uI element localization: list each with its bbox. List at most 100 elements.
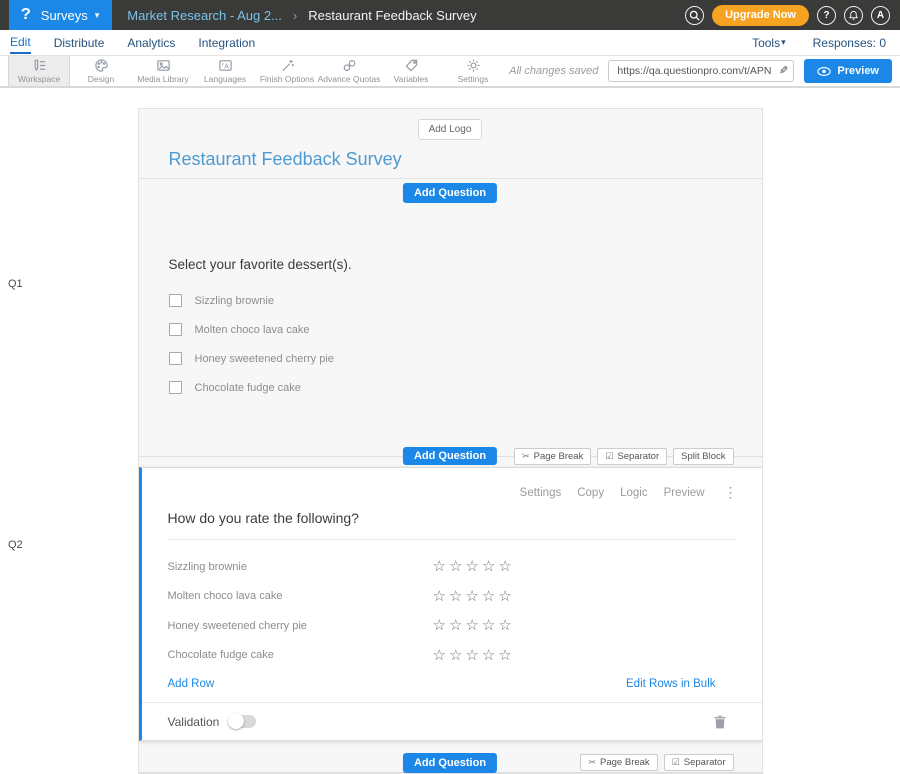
toolbar-item-media-library[interactable]: Media Library <box>132 56 194 86</box>
option-label: Chocolate fudge cake <box>195 382 301 394</box>
toolbar-right: All changes saved Preview <box>509 56 900 86</box>
preview-button[interactable]: Preview <box>804 59 892 83</box>
toolbar-item-design[interactable]: Design <box>70 56 132 86</box>
responses-count[interactable]: Responses: 0 <box>813 36 886 50</box>
rating-row-label[interactable]: Honey sweetened cherry pie <box>168 620 433 632</box>
tab-distribute[interactable]: Distribute <box>54 32 105 53</box>
tab-integration[interactable]: Integration <box>198 32 255 53</box>
kebab-menu-icon[interactable] <box>724 484 738 501</box>
star-icon[interactable] <box>465 589 478 604</box>
search-button[interactable] <box>685 6 704 25</box>
split-block-button[interactable]: Split Block <box>673 448 733 465</box>
rating-row-label[interactable]: Chocolate fudge cake <box>168 649 433 661</box>
star-icon[interactable] <box>498 648 511 663</box>
add-logo-button[interactable]: Add Logo <box>418 119 483 140</box>
page-break-button[interactable]: Page Break <box>580 754 657 771</box>
star-icon[interactable] <box>498 618 511 633</box>
rating-rows: Sizzling brownie Molten choco lava cake … <box>168 552 736 670</box>
validation-row: Validation <box>142 702 762 740</box>
separator-button[interactable]: Separator <box>664 754 734 771</box>
q1-option-row[interactable]: Molten choco lava cake <box>169 323 732 336</box>
block-action-buttons: Page Break Separator <box>580 754 733 771</box>
avatar[interactable]: A <box>871 6 890 25</box>
option-label: Sizzling brownie <box>195 295 274 307</box>
q1-option-row[interactable]: Sizzling brownie <box>169 294 732 307</box>
breadcrumb-folder[interactable]: Market Research - Aug 2... <box>127 8 282 23</box>
toolbar-item-workspace[interactable]: Workspace <box>8 56 70 86</box>
rating-row-label[interactable]: Molten choco lava cake <box>168 590 433 602</box>
star-icon[interactable] <box>449 648 462 663</box>
star-icon[interactable] <box>449 589 462 604</box>
toolbar-item-settings[interactable]: Settings <box>442 56 504 86</box>
help-button[interactable]: ? <box>817 6 836 25</box>
star-icon[interactable] <box>482 648 495 663</box>
toolbar-item-variables[interactable]: Variables <box>380 56 442 86</box>
question-logic-link[interactable]: Logic <box>620 487 648 499</box>
rating-row-label[interactable]: Sizzling brownie <box>168 561 433 573</box>
share-url-input[interactable] <box>608 60 794 82</box>
toolbar-item-label: Finish Options <box>260 74 314 84</box>
q1-option-row[interactable]: Honey sweetened cherry pie <box>169 352 732 365</box>
question-1-text[interactable]: Select your favorite dessert(s). <box>169 257 732 272</box>
star-icon[interactable] <box>482 559 495 574</box>
questionpro-logo-icon: ? <box>21 6 31 24</box>
question-1-block[interactable]: Select your favorite dessert(s). Sizzlin… <box>139 207 762 447</box>
add-question-button[interactable]: Add Question <box>403 183 497 203</box>
star-icon[interactable] <box>465 559 478 574</box>
question-2-card-selected[interactable]: Settings Copy Logic Preview How do you r… <box>139 467 762 741</box>
toolbar-item-label: Media Library <box>137 74 189 84</box>
star-icon[interactable] <box>433 559 446 574</box>
separator-button[interactable]: Separator <box>597 448 667 465</box>
star-icon[interactable] <box>465 618 478 633</box>
star-icon[interactable] <box>433 589 446 604</box>
palette-icon <box>94 58 109 73</box>
star-icon[interactable] <box>482 589 495 604</box>
star-icon[interactable] <box>449 618 462 633</box>
eye-icon <box>817 67 831 76</box>
tab-edit[interactable]: Edit <box>10 31 31 54</box>
tools-menu[interactable]: Tools <box>752 36 786 50</box>
add-row-link[interactable]: Add Row <box>168 678 215 690</box>
question-copy-link[interactable]: Copy <box>577 487 604 499</box>
survey-title[interactable]: Restaurant Feedback Survey <box>169 149 762 170</box>
toolbar-item-finish-options[interactable]: Finish Options <box>256 56 318 86</box>
add-question-button[interactable]: Add Question <box>403 753 497 773</box>
validation-toggle[interactable] <box>229 715 256 728</box>
breadcrumb-current: Restaurant Feedback Survey <box>308 8 476 23</box>
checkbox[interactable] <box>169 381 182 394</box>
rating-row: Honey sweetened cherry pie <box>168 611 736 641</box>
toolbar-item-advance-quotas[interactable]: Advance Quotas <box>318 56 380 86</box>
product-name: Surveys <box>41 8 88 23</box>
delete-question-button[interactable] <box>714 715 726 729</box>
breadcrumb: Market Research - Aug 2... Restaurant Fe… <box>127 8 476 23</box>
checkbox[interactable] <box>169 323 182 336</box>
star-icon[interactable] <box>433 618 446 633</box>
checkbox[interactable] <box>169 352 182 365</box>
question-preview-link[interactable]: Preview <box>664 487 705 499</box>
tools-label: Tools <box>752 36 780 50</box>
upgrade-now-button[interactable]: Upgrade Now <box>712 5 809 26</box>
add-question-button[interactable]: Add Question <box>403 447 497 465</box>
surveys-menu[interactable]: ? Surveys <box>9 0 112 30</box>
q1-option-row[interactable]: Chocolate fudge cake <box>169 381 732 394</box>
star-icon[interactable] <box>433 648 446 663</box>
edit-url-pencil-icon[interactable] <box>779 64 788 77</box>
edit-rows-in-bulk-link[interactable]: Edit Rows in Bulk <box>626 678 715 690</box>
star-rating <box>433 559 512 574</box>
star-icon[interactable] <box>449 559 462 574</box>
star-icon[interactable] <box>498 589 511 604</box>
notifications-button[interactable] <box>844 6 863 25</box>
star-rating <box>433 648 512 663</box>
question-settings-link[interactable]: Settings <box>520 487 562 499</box>
star-icon[interactable] <box>482 618 495 633</box>
toolbar-item-languages[interactable]: A x Languages <box>194 56 256 86</box>
tab-analytics[interactable]: Analytics <box>127 32 175 53</box>
checkbox[interactable] <box>169 294 182 307</box>
option-label: Molten choco lava cake <box>195 324 310 336</box>
page-break-button[interactable]: Page Break <box>514 448 591 465</box>
star-icon[interactable] <box>465 648 478 663</box>
share-url-box <box>608 60 794 82</box>
separator-icon <box>605 451 613 462</box>
star-icon[interactable] <box>498 559 511 574</box>
question-2-text[interactable]: How do you rate the following? <box>168 510 736 540</box>
